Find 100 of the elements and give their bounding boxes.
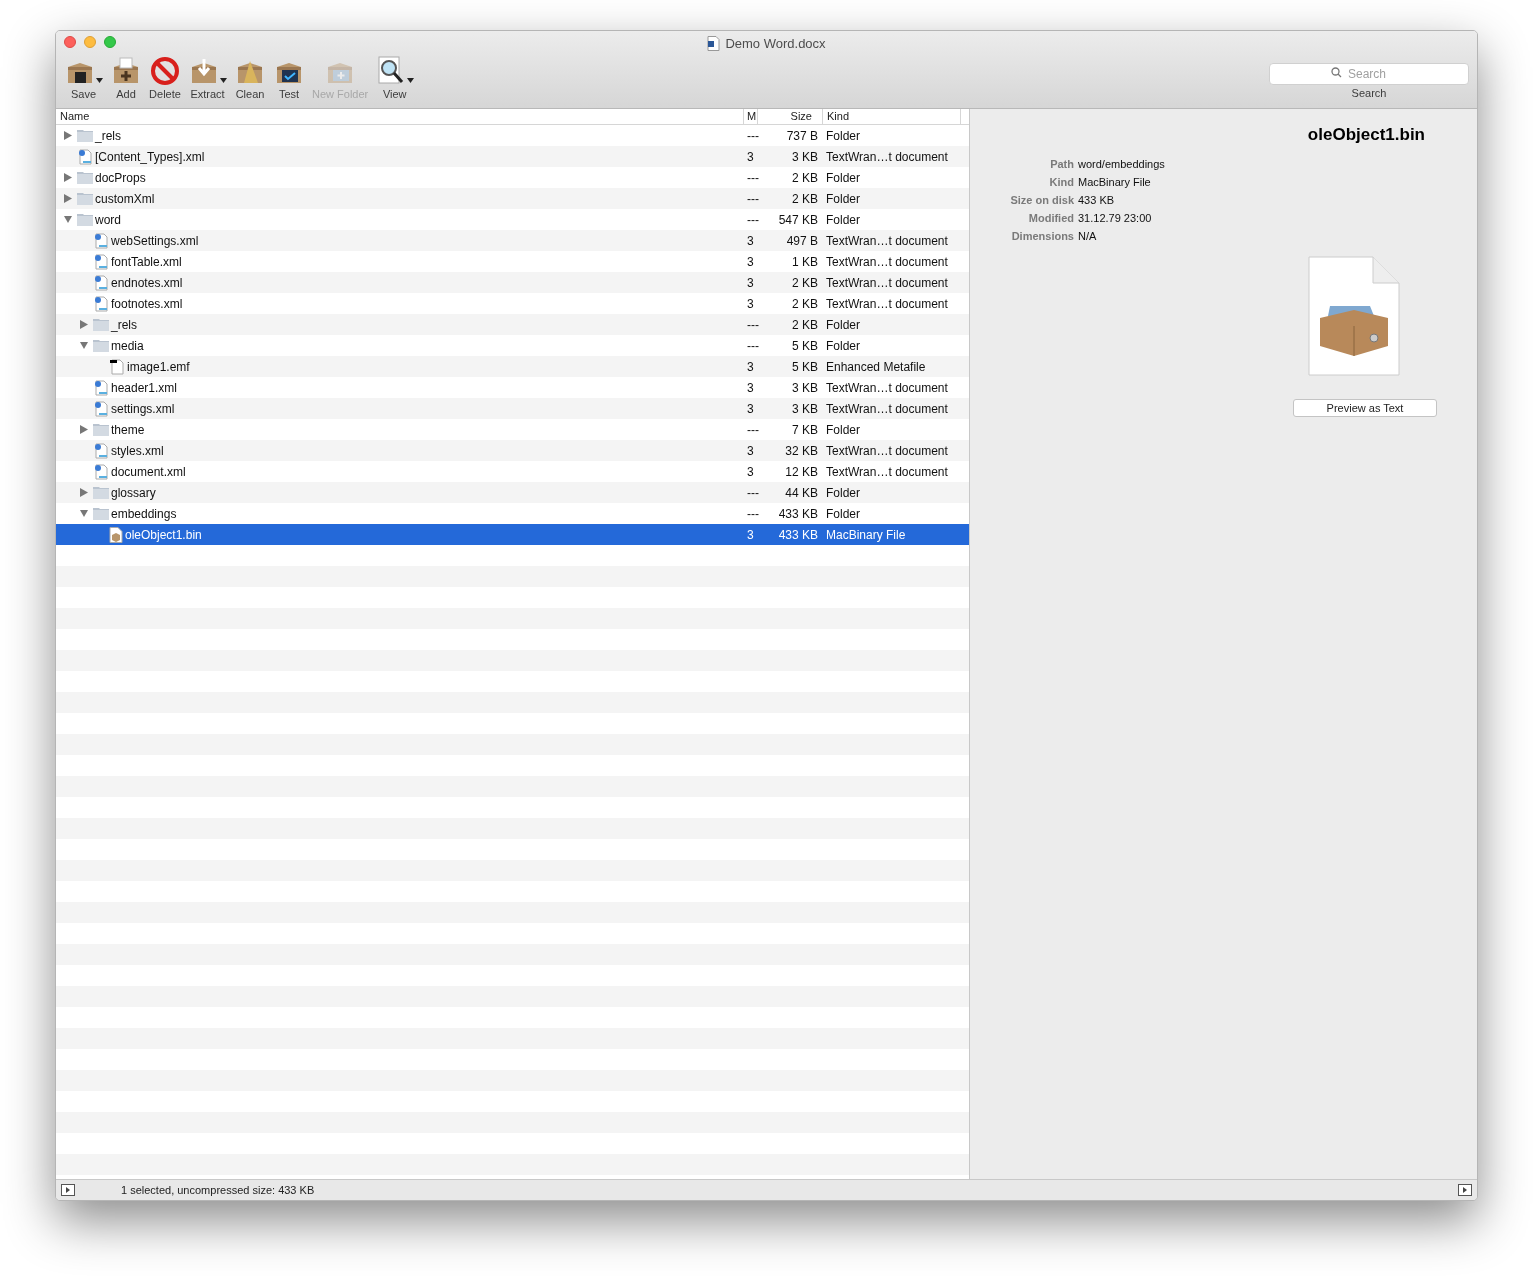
table-cell-text: TextWran…t document	[825, 232, 948, 250]
field-value: N/A	[1078, 229, 1098, 244]
table-cell-text: Folder	[825, 337, 860, 355]
file-name: _rels	[95, 127, 121, 145]
table-cell-text: TextWran…t document	[825, 463, 948, 481]
status-text: 1 selected, uncompressed size: 433 KB	[121, 1182, 315, 1198]
field-value: word/embeddings	[1078, 157, 1165, 172]
table-cell-text: 3	[746, 526, 755, 544]
file-name: [Content_Types].xml	[95, 148, 205, 166]
field-label: Dimensions	[1010, 229, 1074, 244]
expand-triangle-icon[interactable]	[64, 131, 72, 140]
toolbar-button[interactable]: View	[373, 53, 417, 101]
table-cell-text: 3	[746, 463, 755, 481]
table-cell-text: 497 B	[785, 232, 819, 250]
table-cell-text: ---	[746, 127, 758, 145]
file-name: webSettings.xml	[111, 232, 199, 250]
table-cell-text: Folder	[825, 127, 860, 145]
file-name: settings.xml	[111, 400, 175, 418]
toolbar-button[interactable]: Test	[271, 53, 307, 101]
window-title: Demo Word.docx	[725, 35, 826, 53]
file-name: footnotes.xml	[111, 295, 183, 313]
table-cell-text: ---	[746, 211, 758, 229]
table-cell-text: 3	[746, 358, 755, 376]
toolbar-button[interactable]: Extract	[186, 53, 229, 101]
caret-icon	[407, 78, 415, 83]
toolbar-button[interactable]: Delete	[147, 53, 183, 101]
preview-as-text-button[interactable]: Preview as Text	[1293, 399, 1437, 417]
file-name: docProps	[95, 169, 146, 187]
search-icon	[1331, 67, 1342, 78]
folder-icon	[77, 213, 93, 226]
table-cell-text: Folder	[825, 190, 860, 208]
xml-file-icon	[93, 400, 109, 417]
close-button[interactable]	[64, 36, 76, 48]
table-cell-text: 2 KB	[791, 316, 819, 334]
table-cell-text: ---	[746, 337, 758, 355]
column-header[interactable]: M	[744, 109, 758, 124]
table-cell-text: 3 KB	[791, 148, 819, 166]
file-name: fontTable.xml	[111, 253, 182, 271]
toolbar-button[interactable]: Add	[108, 53, 144, 101]
folder-icon	[93, 486, 109, 499]
table-cell-text: ---	[746, 316, 758, 334]
collapse-triangle-icon[interactable]	[80, 509, 88, 518]
caret-icon	[220, 78, 227, 83]
table-cell-text: MacBinary File	[825, 526, 906, 544]
table-cell-text: Folder	[825, 169, 860, 187]
expand-triangle-icon[interactable]	[64, 194, 72, 203]
table-cell-text: 2 KB	[791, 190, 819, 208]
table-cell-text: TextWran…t document	[825, 379, 948, 397]
search-label: Search	[1351, 86, 1387, 101]
table-cell-text: Folder	[825, 211, 860, 229]
expand-triangle-icon[interactable]	[80, 425, 88, 434]
table-cell-text: 7 KB	[791, 421, 819, 439]
table-cell-text: 12 KB	[784, 463, 819, 481]
collapse-triangle-icon[interactable]	[80, 341, 88, 350]
zoom-button[interactable]	[104, 36, 116, 48]
folder-icon	[93, 339, 109, 352]
folder-icon	[77, 129, 93, 142]
xml-file-icon	[93, 463, 109, 480]
xml-file-icon	[93, 379, 109, 396]
expand-triangle-icon[interactable]	[80, 320, 88, 329]
table-cell-text: TextWran…t document	[825, 274, 948, 292]
file-name: theme	[111, 421, 145, 439]
table-cell-text: Folder	[825, 316, 860, 334]
column-header[interactable]: Kind	[823, 109, 961, 124]
caret-icon	[96, 78, 103, 83]
collapse-triangle-icon[interactable]	[64, 215, 72, 224]
file-title: oleObject1.bin	[1307, 124, 1425, 146]
expand-triangle-icon[interactable]	[64, 173, 72, 182]
toolbar-button[interactable]: Clean	[232, 53, 268, 101]
panel-toggle-icon[interactable]	[1458, 1184, 1472, 1196]
column-header[interactable]: Name	[56, 109, 744, 124]
panel-toggle-icon[interactable]	[61, 1184, 75, 1196]
table-cell-text: 2 KB	[791, 295, 819, 313]
table-cell-text: ---	[746, 505, 758, 523]
search-field[interactable]: Search	[1269, 63, 1469, 85]
table-cell-text: 5 KB	[791, 337, 819, 355]
xml-file-icon	[93, 232, 109, 249]
table-cell-text: 3	[746, 400, 755, 418]
field-label: Kind	[1048, 175, 1074, 190]
table-cell-text: 5 KB	[791, 358, 819, 376]
column-header[interactable]: Size	[758, 109, 823, 124]
table-cell-text: 3	[746, 379, 755, 397]
field-label: Path	[1049, 157, 1074, 172]
image-file-icon	[109, 358, 125, 375]
expand-triangle-icon[interactable]	[80, 488, 88, 497]
table-cell-text: Folder	[825, 505, 860, 523]
toolbar-button[interactable]: Save	[62, 53, 105, 101]
table-cell-text: ---	[746, 169, 758, 187]
file-name: _rels	[111, 316, 137, 334]
file-row[interactable]: oleObject1.bin 3 433 KB MacBinary File	[56, 524, 969, 545]
file-name: oleObject1.bin	[125, 526, 202, 544]
field-label: Modified	[1027, 211, 1074, 226]
table-cell-text: 3	[746, 232, 755, 250]
xml-file-icon	[93, 253, 109, 270]
xml-file-icon	[93, 295, 109, 312]
document-icon	[707, 36, 721, 52]
table-cell-text: ---	[746, 484, 758, 502]
archive-file-icon	[109, 526, 123, 543]
file-name: embeddings	[111, 505, 177, 523]
table-cell-text: TextWran…t document	[825, 295, 948, 313]
